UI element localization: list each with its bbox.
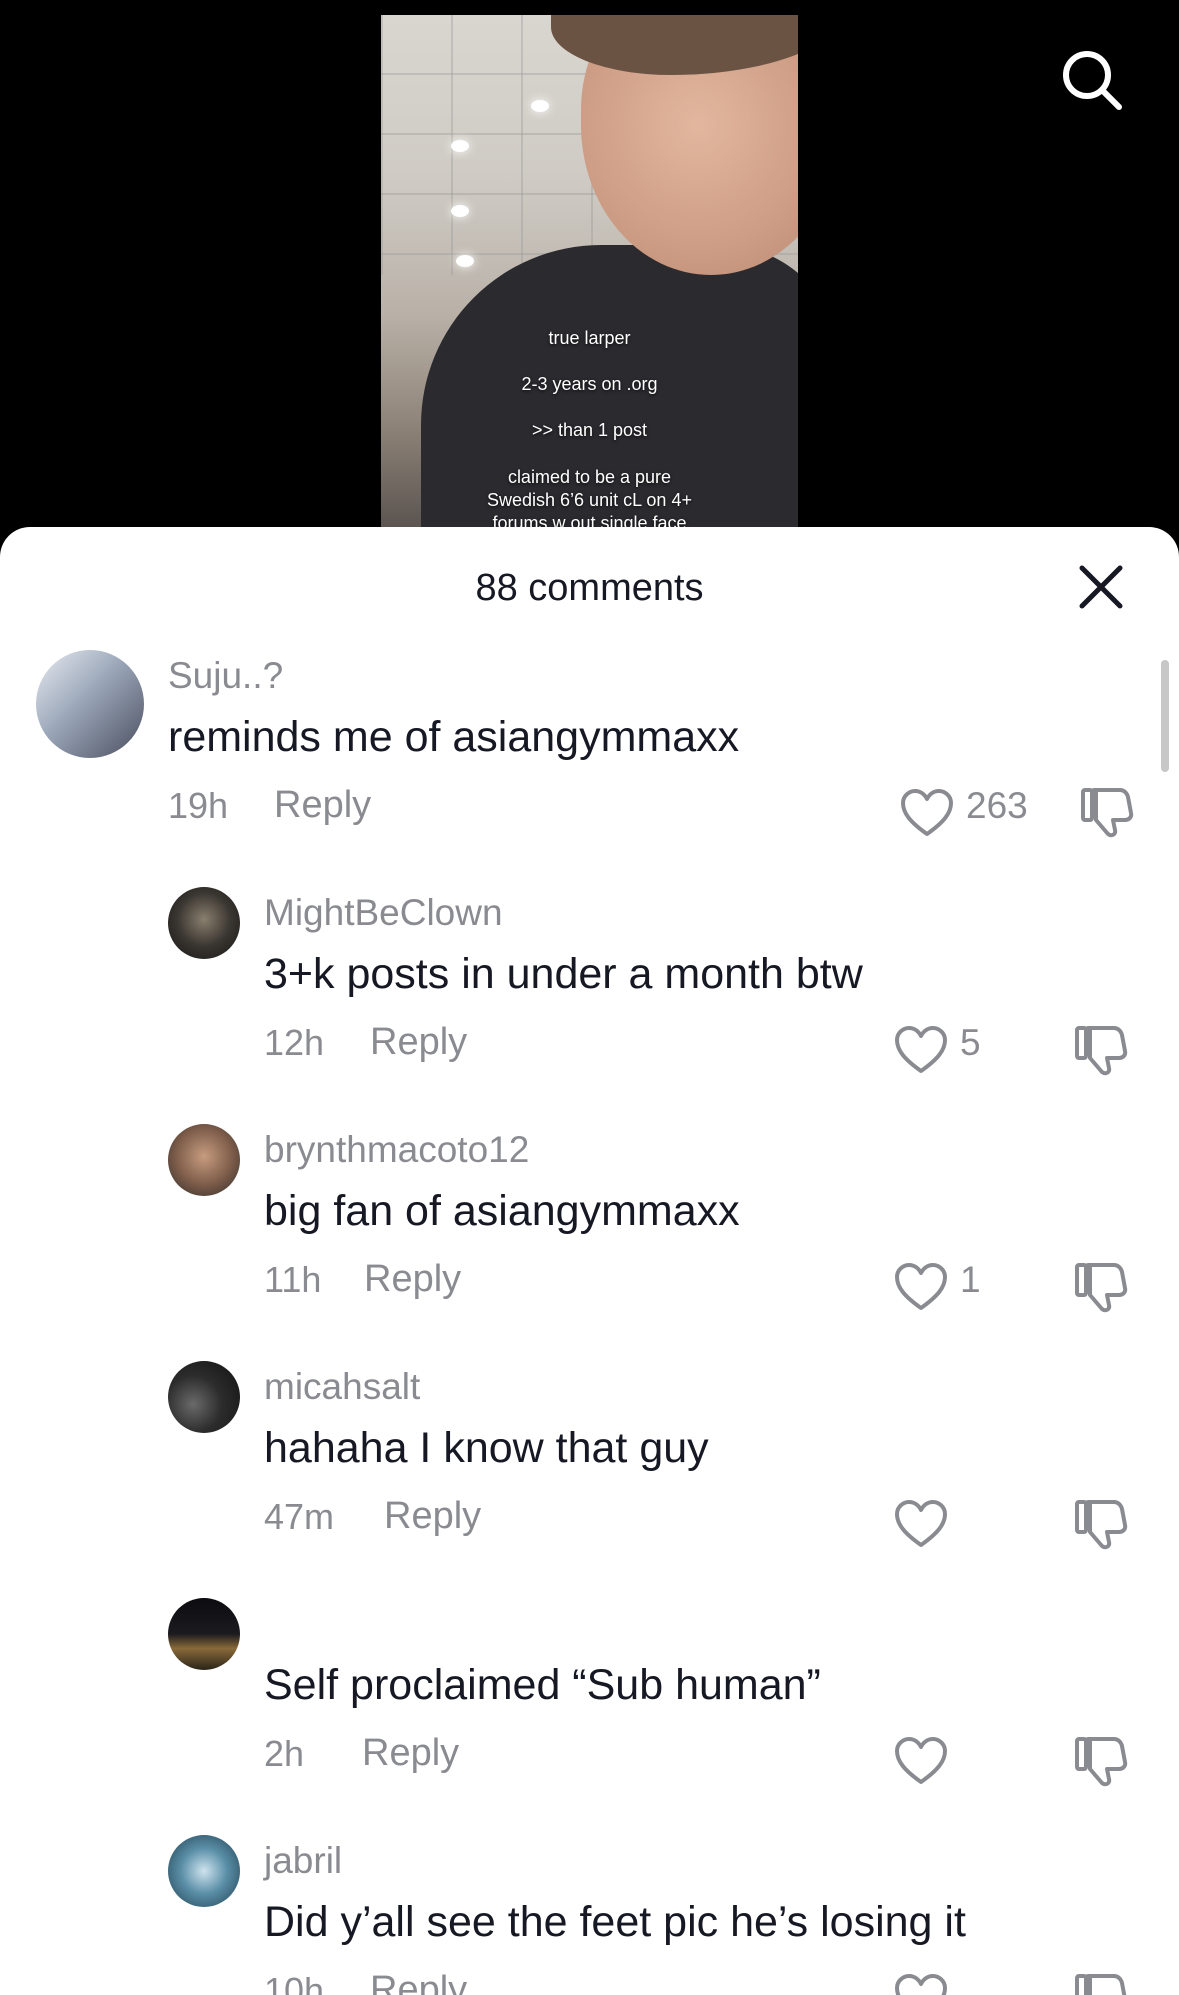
thumbs-down-icon[interactable] bbox=[1074, 1972, 1128, 1995]
thumbs-down-icon[interactable] bbox=[1080, 786, 1134, 838]
heart-icon[interactable] bbox=[894, 1736, 948, 1786]
heart-icon[interactable] bbox=[894, 1262, 948, 1312]
search-icon[interactable] bbox=[1060, 48, 1124, 112]
comment-username[interactable]: jabril bbox=[264, 1840, 342, 1882]
comment-time: 12h bbox=[264, 1022, 325, 1063]
reply-button[interactable]: Reply bbox=[362, 1732, 459, 1775]
comment-text: Self proclaimed “Sub human” bbox=[264, 1661, 821, 1709]
thumbs-down-icon[interactable] bbox=[1074, 1024, 1128, 1076]
reply-button[interactable]: Reply bbox=[364, 1258, 461, 1301]
comment-text: big fan of asiangymmaxx bbox=[264, 1187, 740, 1235]
video-overlay-line: true larper bbox=[548, 328, 631, 348]
video-overlay-line: 2-3 years on .org bbox=[521, 374, 658, 394]
like-count: 5 bbox=[960, 1022, 981, 1063]
comment-item: MightBeClown 3+k posts in under a month … bbox=[0, 887, 1179, 1076]
avatar[interactable] bbox=[168, 1361, 240, 1433]
video-thumbnail[interactable]: true larper 2-3 years on .org >> than 1 … bbox=[381, 15, 798, 560]
ceiling-light bbox=[451, 205, 469, 217]
comment-item: Suju..? reminds me of asiangymmaxx 19h R… bbox=[0, 650, 1179, 838]
heart-icon[interactable] bbox=[894, 1499, 948, 1549]
comment-item: Self proclaimed “Sub human” 2h Reply bbox=[0, 1598, 1179, 1787]
heart-icon[interactable] bbox=[900, 788, 954, 838]
comment-text: hahaha I know that guy bbox=[264, 1424, 709, 1472]
heart-icon[interactable] bbox=[894, 1973, 948, 1995]
comment-text: 3+k posts in under a month btw bbox=[264, 950, 863, 998]
comment-time: 11h bbox=[264, 1259, 322, 1300]
video-overlay-line: >> than 1 post bbox=[531, 420, 648, 440]
comments-count-title: 88 comments bbox=[475, 567, 704, 609]
comment-time: 10h bbox=[264, 1970, 325, 1995]
like-count: 1 bbox=[960, 1259, 981, 1300]
avatar[interactable] bbox=[36, 650, 144, 758]
like-count: 263 bbox=[966, 785, 1028, 826]
reply-button[interactable]: Reply bbox=[384, 1495, 481, 1538]
video-overlay-line: claimed to be a pure bbox=[507, 467, 672, 487]
comment-username[interactable]: MightBeClown bbox=[264, 892, 503, 934]
comment-text: reminds me of asiangymmaxx bbox=[168, 713, 740, 761]
comment-item: jabril Did y’all see the feet pic he’s l… bbox=[0, 1835, 1179, 1995]
avatar[interactable] bbox=[168, 1835, 240, 1907]
avatar[interactable] bbox=[168, 887, 240, 959]
ceiling-light bbox=[456, 255, 474, 267]
avatar[interactable] bbox=[168, 1124, 240, 1196]
comment-time: 2h bbox=[264, 1733, 305, 1774]
comment-item: micahsalt hahaha I know that guy 47m Rep… bbox=[0, 1361, 1179, 1550]
reply-button[interactable]: Reply bbox=[274, 784, 371, 827]
comment-item: brynthmacoto12 big fan of asiangymmaxx 1… bbox=[0, 1124, 1179, 1313]
comment-username[interactable]: Suju..? bbox=[168, 655, 283, 697]
comment-time: 19h bbox=[168, 785, 229, 826]
comments-sheet: 88 comments Suju..? reminds me of asiang… bbox=[0, 527, 1179, 1995]
comment-username[interactable]: brynthmacoto12 bbox=[264, 1129, 529, 1171]
reply-button[interactable]: Reply bbox=[370, 1969, 467, 1995]
video-area: true larper 2-3 years on .org >> than 1 … bbox=[0, 0, 1179, 560]
reply-button[interactable]: Reply bbox=[370, 1021, 467, 1064]
thumbs-down-icon[interactable] bbox=[1074, 1498, 1128, 1550]
video-overlay-line: Swedish 6’6 unit cL on 4+ bbox=[487, 490, 692, 510]
comment-time: 47m bbox=[264, 1496, 335, 1537]
ceiling-light bbox=[531, 100, 549, 112]
comment-text: Did y’all see the feet pic he’s losing i… bbox=[264, 1898, 966, 1946]
ceiling-light bbox=[451, 140, 469, 152]
thumbs-down-icon[interactable] bbox=[1074, 1735, 1128, 1787]
close-icon[interactable] bbox=[1078, 564, 1124, 610]
heart-icon[interactable] bbox=[894, 1025, 948, 1075]
thumbs-down-icon[interactable] bbox=[1074, 1261, 1128, 1313]
avatar[interactable] bbox=[168, 1598, 240, 1670]
comment-username[interactable]: micahsalt bbox=[264, 1366, 420, 1408]
